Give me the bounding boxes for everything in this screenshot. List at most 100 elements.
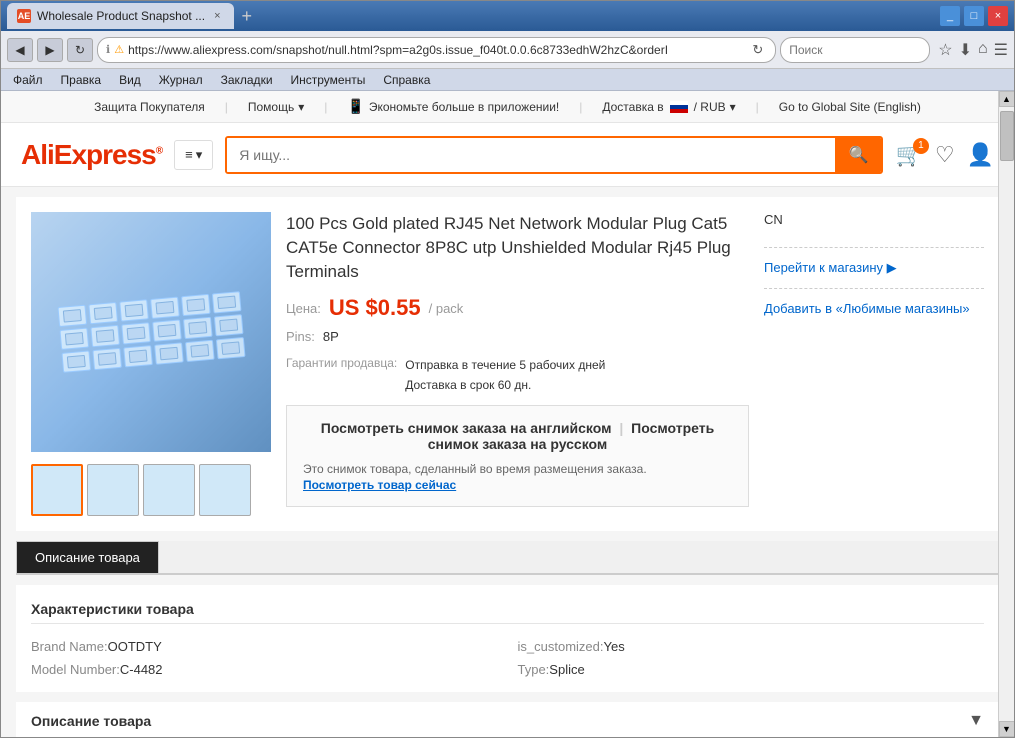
- forward-button[interactable]: ▶: [37, 38, 63, 62]
- add-to-favorites-link[interactable]: Добавить в «Любимые магазины»: [764, 301, 984, 316]
- active-tab[interactable]: AE Wholesale Product Snapshot ... ×: [7, 3, 234, 29]
- description-section: Описание товара ▼: [16, 702, 999, 737]
- connector-17: [185, 340, 215, 362]
- window-controls: _ □ ×: [940, 6, 1008, 26]
- sidebar-divider-1: [764, 247, 984, 248]
- brand-value: OOTDTY: [108, 639, 162, 654]
- menu-edit[interactable]: Правка: [53, 72, 110, 88]
- model-number-item: Model Number:C-4482: [31, 662, 498, 677]
- global-site-link[interactable]: Go to Global Site (English): [779, 100, 921, 114]
- back-button[interactable]: ◀: [7, 38, 33, 62]
- menu-tools[interactable]: Инструменты: [283, 72, 374, 88]
- app-promo-label: Экономьте больше в приложении!: [369, 100, 559, 114]
- thumbnail-1[interactable]: [31, 464, 83, 516]
- search-icon: 🔍: [848, 145, 868, 165]
- address-refresh-icon[interactable]: ↻: [748, 42, 767, 58]
- main-content: 100 Pcs Gold plated RJ45 Net Network Mod…: [1, 187, 1014, 737]
- connector-7: [59, 328, 89, 350]
- cart-button[interactable]: 🛒 1: [895, 142, 922, 168]
- product-sidebar: CN Перейти к магазину ▶ Добавить в «Люби…: [764, 212, 984, 516]
- menu-help[interactable]: Справка: [375, 72, 438, 88]
- refresh-button[interactable]: ↻: [67, 38, 93, 62]
- connector-15: [123, 345, 153, 367]
- scrollbar-down-button[interactable]: ▼: [999, 721, 1015, 737]
- scrollbar-thumb[interactable]: [1000, 111, 1014, 161]
- description-expand-icon[interactable]: ▼: [968, 712, 984, 730]
- tab-close-button[interactable]: ×: [211, 9, 223, 23]
- download-icon[interactable]: ⬇: [959, 40, 972, 60]
- divider-4: |: [756, 100, 759, 114]
- characteristics-title: Характеристики товара: [31, 595, 984, 624]
- snapshot-link-en[interactable]: Посмотреть снимок заказа на английском: [321, 420, 612, 436]
- connector-12: [213, 314, 243, 336]
- browser-search-box[interactable]: [780, 37, 930, 63]
- product-image-bg: [31, 212, 271, 452]
- thumbnail-2[interactable]: [87, 464, 139, 516]
- new-tab-button[interactable]: +: [242, 6, 253, 27]
- menu-bar: Файл Правка Вид Журнал Закладки Инструме…: [1, 69, 1014, 91]
- price-row: Цена: US $0.55 / pack: [286, 295, 749, 321]
- connector-pile-visual: [46, 280, 256, 383]
- go-to-store-link[interactable]: Перейти к магазину ▶: [764, 260, 984, 276]
- site-header: AliExpress® ≡ ▾ 🔍 🛒 1 ♡ 👤: [1, 123, 1014, 187]
- main-search-input[interactable]: [227, 138, 835, 172]
- description-title: Описание товара: [31, 713, 151, 729]
- connector-3: [119, 299, 149, 321]
- tab-description[interactable]: Описание товара: [16, 541, 159, 573]
- address-bar[interactable]: ℹ ⚠ https://www.aliexpress.com/snapshot/…: [97, 37, 776, 63]
- connector-9: [121, 322, 151, 344]
- snapshot-links: Посмотреть снимок заказа на английском |…: [303, 420, 732, 452]
- wishlist-button[interactable]: ♡: [935, 142, 955, 168]
- product-images-area: [31, 212, 271, 516]
- thumbnail-3[interactable]: [143, 464, 195, 516]
- close-window-button[interactable]: ×: [988, 6, 1008, 26]
- thumbnail-row: [31, 464, 271, 516]
- title-bar: AE Wholesale Product Snapshot ... × + _ …: [1, 1, 1014, 31]
- characteristics-section: Характеристики товара Brand Name:OOTDTY …: [16, 585, 999, 692]
- scrollbar-up-button[interactable]: ▲: [999, 91, 1015, 107]
- menu-file[interactable]: Файл: [5, 72, 51, 88]
- utility-bar: Защита Покупателя | Помощь ▾ | 📱 Экономь…: [1, 91, 1014, 123]
- buyer-protection-label: Защита Покупателя: [94, 100, 205, 114]
- main-search-bar[interactable]: 🔍: [225, 136, 883, 174]
- price-unit: / pack: [429, 301, 464, 316]
- navigation-bar: ◀ ▶ ↻ ℹ ⚠ https://www.aliexpress.com/sna…: [1, 31, 1014, 69]
- connector-10: [152, 319, 182, 341]
- divider-3: |: [579, 100, 582, 114]
- account-button[interactable]: 👤: [967, 142, 994, 168]
- maximize-button[interactable]: □: [964, 6, 984, 26]
- help-label: Помощь: [248, 100, 294, 114]
- menu-journal[interactable]: Журнал: [151, 72, 211, 88]
- guarantee-label: Гарантии продавца:: [286, 356, 397, 394]
- browser-search-input[interactable]: [789, 43, 921, 57]
- price-value: US $0.55: [329, 295, 421, 321]
- mobile-icon: 📱: [347, 98, 364, 115]
- main-search-button[interactable]: 🔍: [835, 138, 881, 172]
- type-value: Splice: [549, 662, 584, 677]
- price-label: Цена:: [286, 301, 321, 316]
- model-label: Model Number:: [31, 662, 120, 677]
- bookmarks-icon[interactable]: ☆: [938, 40, 952, 60]
- page-wrapper: Защита Покупателя | Помощь ▾ | 📱 Экономь…: [1, 91, 1014, 737]
- minimize-button[interactable]: _: [940, 6, 960, 26]
- product-section: 100 Pcs Gold plated RJ45 Net Network Mod…: [16, 197, 999, 531]
- customized-value: Yes: [603, 639, 624, 654]
- pins-row: Pins: 8P: [286, 329, 749, 344]
- connector-1: [57, 305, 87, 327]
- category-button[interactable]: ≡ ▾: [174, 140, 213, 170]
- view-product-link[interactable]: Посмотреть товар сейчас: [303, 478, 732, 492]
- menu-bookmarks[interactable]: Закладки: [213, 72, 281, 88]
- category-dropdown-icon: ▾: [196, 147, 203, 163]
- aliexpress-logo[interactable]: AliExpress®: [21, 139, 162, 171]
- snapshot-note: Это снимок товара, сделанный во время ра…: [303, 462, 732, 492]
- home-icon[interactable]: ⌂: [978, 40, 988, 60]
- connector-11: [183, 317, 213, 339]
- menu-view[interactable]: Вид: [111, 72, 149, 88]
- delivery-selector[interactable]: Доставка в / RUB ▾: [602, 100, 735, 114]
- buyer-protection-link[interactable]: Защита Покупателя: [94, 100, 205, 114]
- help-link[interactable]: Помощь ▾: [248, 100, 304, 114]
- menu-icon[interactable]: ☰: [994, 40, 1008, 60]
- thumbnail-4[interactable]: [199, 464, 251, 516]
- app-promo: 📱 Экономьте больше в приложении!: [347, 98, 559, 115]
- product-main-image[interactable]: [31, 212, 271, 452]
